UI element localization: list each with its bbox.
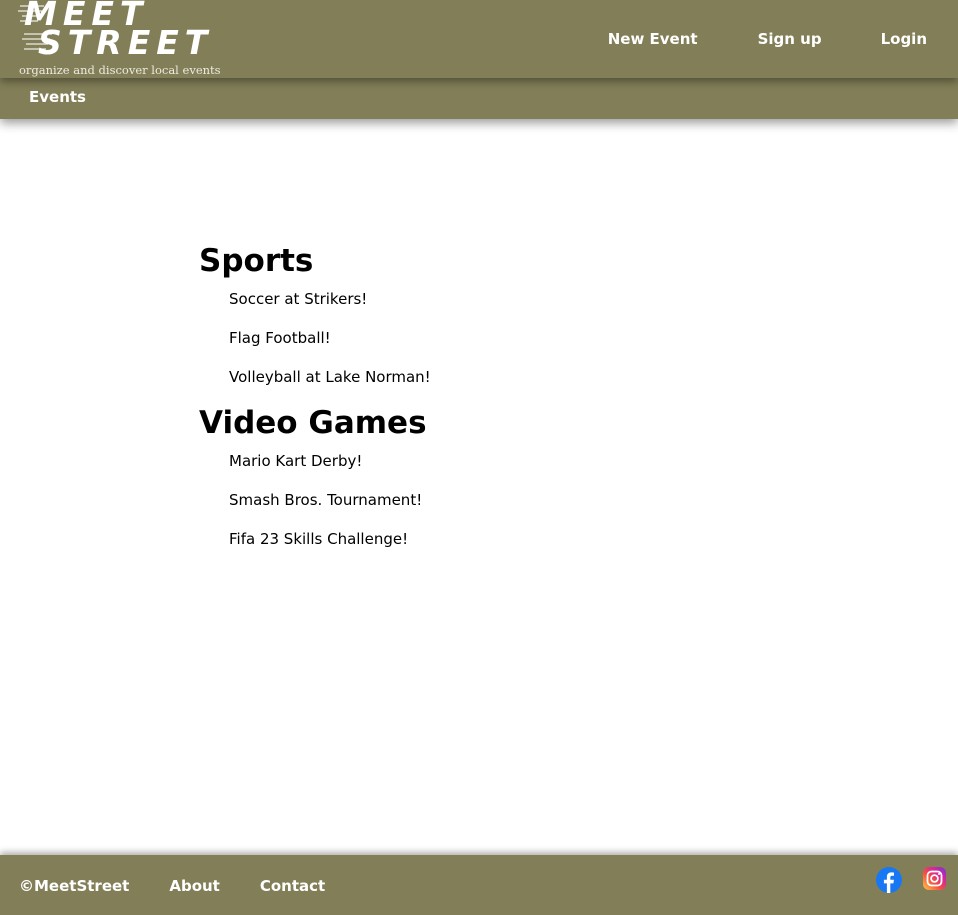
event-link[interactable]: Fifa 23 Skills Challenge! [229,530,408,548]
logo-line-2: STREET [38,23,214,62]
list-item: Mario Kart Derby! [229,452,799,491]
category-sports: Sports Soccer at Strikers! Flag Football… [199,241,799,407]
list-item: Smash Bros. Tournament! [229,491,799,530]
category-video-games: Video Games Mario Kart Derby! Smash Bros… [199,403,799,569]
logo-home-link[interactable]: MEET STREET organize and discover local … [18,0,238,78]
event-link[interactable]: Soccer at Strikers! [229,290,367,308]
event-list: Soccer at Strikers! Flag Football! Volle… [229,290,799,407]
event-link[interactable]: Volleyball at Lake Norman! [229,368,431,386]
logo-tagline: organize and discover local events [19,63,221,77]
event-link[interactable]: Smash Bros. Tournament! [229,491,422,509]
list-item: Fifa 23 Skills Challenge! [229,530,799,569]
footer-about-link[interactable]: About [169,877,220,895]
social-links [856,867,958,897]
footer-links: ©MeetStreet About Contact [19,877,365,895]
category-title: Video Games [199,405,427,441]
events-content: Sports Soccer at Strikers! Flag Football… [199,241,799,569]
list-item: Flag Football! [229,329,799,368]
nav-login-link[interactable]: Login [881,30,927,48]
event-link[interactable]: Flag Football! [229,329,331,347]
facebook-icon[interactable] [876,867,902,897]
nav-events-link[interactable]: Events [29,88,86,106]
top-navigation: New Event Sign up Login [578,0,958,78]
copyright-text: ©MeetStreet [19,877,130,895]
event-link[interactable]: Mario Kart Derby! [229,452,362,470]
list-item: Soccer at Strikers! [229,290,799,329]
site-footer: ©MeetStreet About Contact [0,855,958,915]
nav-sign-up-link[interactable]: Sign up [758,30,822,48]
list-item: Volleyball at Lake Norman! [229,368,799,407]
category-title: Sports [199,243,314,279]
nav-new-event-link[interactable]: New Event [608,30,698,48]
sub-navigation: Events [0,78,958,119]
site-header: MEET STREET organize and discover local … [0,0,958,78]
event-list: Mario Kart Derby! Smash Bros. Tournament… [229,452,799,569]
instagram-icon[interactable] [923,867,946,897]
footer-contact-link[interactable]: Contact [260,877,325,895]
